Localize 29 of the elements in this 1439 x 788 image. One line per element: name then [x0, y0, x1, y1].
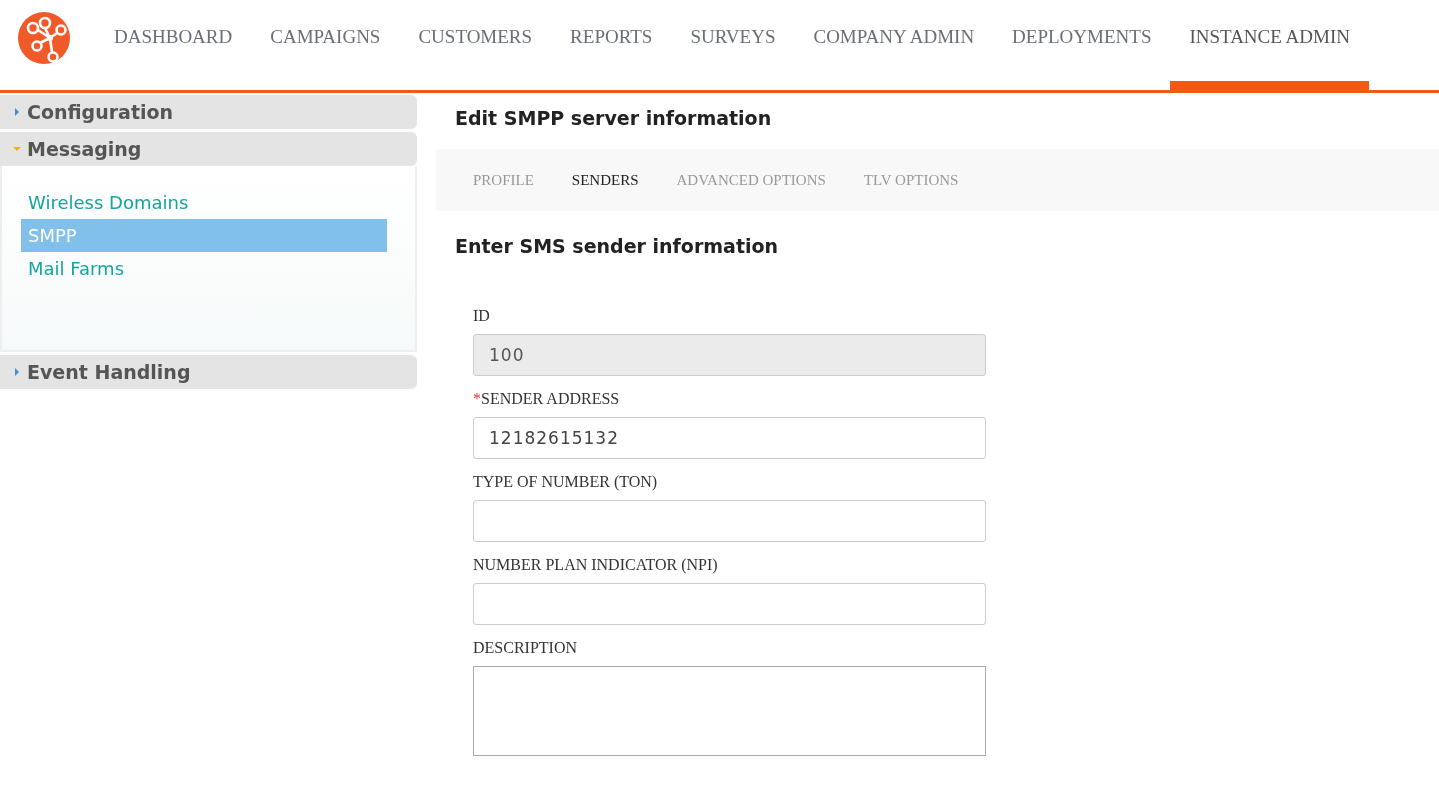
nav-tab[interactable]: INSTANCE ADMIN [1170, 0, 1369, 90]
tab[interactable]: SENDERS [552, 171, 658, 189]
sidebar-item[interactable]: Wireless Domains [21, 186, 387, 219]
sidebar-item[interactable]: Mail Farms [21, 252, 387, 285]
sidebar-section-header[interactable]: Messaging [0, 132, 417, 166]
sidebar-section-header[interactable]: Event Handling [0, 355, 417, 389]
input-field[interactable] [473, 500, 986, 542]
logo-icon [18, 12, 70, 64]
field-label: DESCRIPTION [473, 639, 578, 657]
tab[interactable]: TLV OPTIONS [844, 171, 978, 189]
field-label: *SENDER ADDRESS [473, 390, 621, 408]
input-field[interactable] [473, 583, 986, 625]
field-label: ID [473, 307, 491, 325]
nav-tab[interactable]: COMPANY ADMIN [794, 0, 994, 90]
tab[interactable]: PROFILE [454, 171, 553, 189]
tab[interactable]: ADVANCED OPTIONS [657, 171, 845, 189]
sidebar-section-header[interactable]: Configuration [0, 95, 417, 129]
form-title: Enter SMS sender information [455, 235, 780, 257]
nav-tab[interactable]: REPORTS [551, 0, 672, 90]
nav-tab[interactable]: SURVEYS [671, 0, 795, 90]
nav-tab[interactable]: CUSTOMERS [399, 0, 552, 90]
nav-tab[interactable]: CAMPAIGNS [251, 0, 400, 90]
text-area[interactable] [473, 666, 986, 756]
field-label: TYPE OF NUMBER (TON) [473, 473, 659, 491]
field-label: NUMBER PLAN INDICATOR (NPI) [473, 556, 719, 574]
nav-tab[interactable]: DEPLOYMENTS [993, 0, 1171, 90]
page-title: Edit SMPP server information [455, 107, 773, 129]
nav-tab[interactable]: DASHBOARD [95, 0, 252, 90]
input-field[interactable]: 12182615132 [473, 417, 986, 459]
